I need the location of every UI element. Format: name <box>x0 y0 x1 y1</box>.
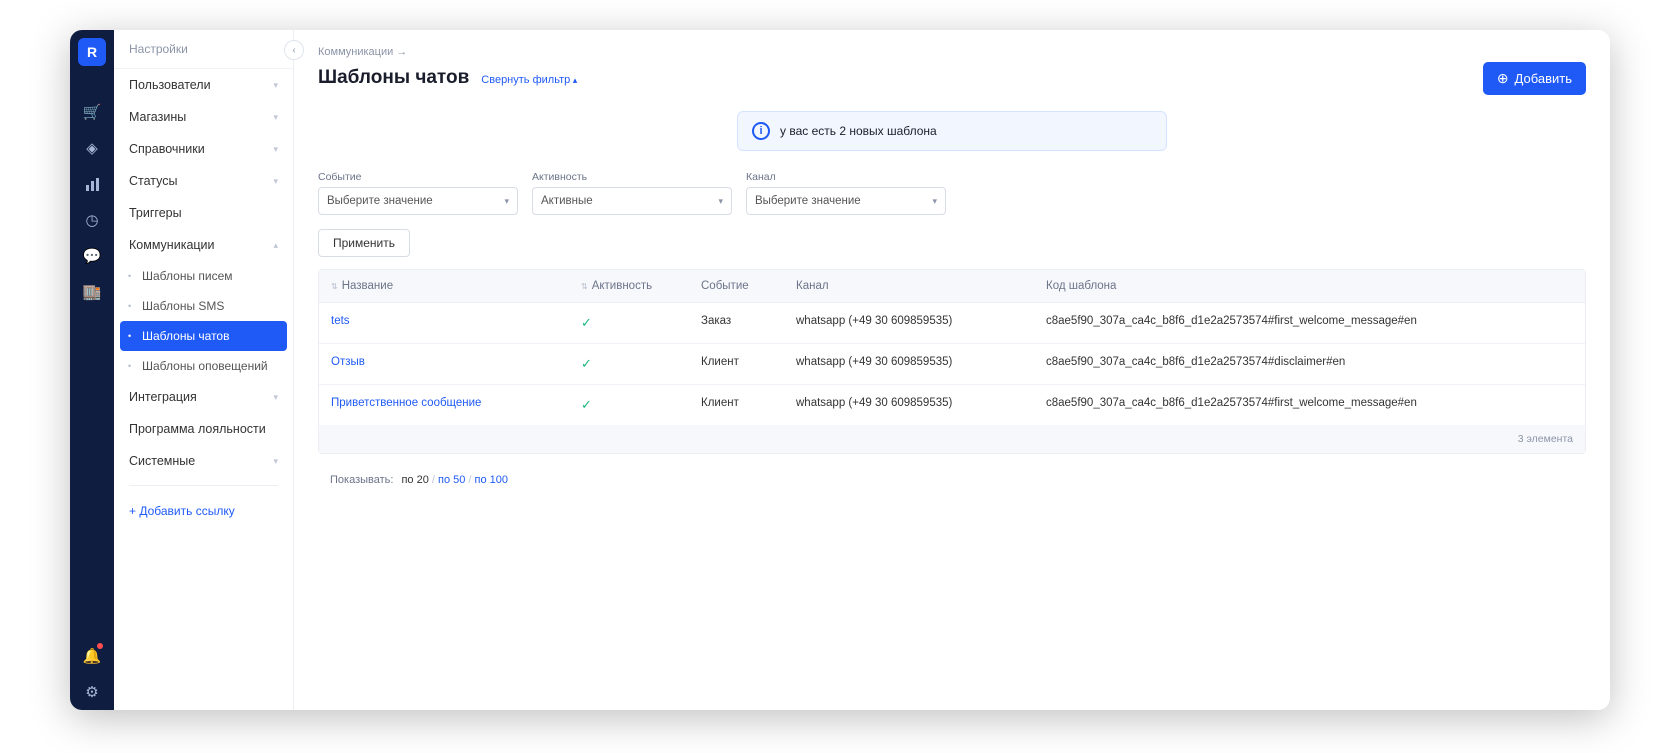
check-icon: ✓ <box>581 397 592 412</box>
pager: Показывать: по 20 / по 50 / по 100 <box>318 464 1586 496</box>
row-event: Клиент <box>689 344 784 384</box>
info-icon: i <box>752 122 770 140</box>
chevron-icon: ▾ <box>273 392 278 403</box>
row-event: Заказ <box>689 303 784 343</box>
row-active: ✓ <box>569 344 689 384</box>
row-channel: whatsapp (+49 30 609859535) <box>784 344 1034 384</box>
secondary-nav-title: Настройки <box>114 30 293 69</box>
filter-activity-select[interactable]: Активные <box>532 187 732 215</box>
store-icon[interactable]: 🏬 <box>70 274 114 310</box>
pager-option[interactable]: по 20 <box>401 474 428 486</box>
row-code: c8ae5f90_307a_ca4c_b8f6_d1e2a2573574#fir… <box>1034 385 1585 425</box>
secnav-item[interactable]: Программа лояльности <box>114 413 293 445</box>
secnav-item[interactable]: Статусы▾ <box>114 165 293 197</box>
secnav-item[interactable]: Справочники▾ <box>114 133 293 165</box>
secnav-item[interactable]: Пользователи▾ <box>114 69 293 101</box>
row-active: ✓ <box>569 385 689 425</box>
row-event: Клиент <box>689 385 784 425</box>
secnav-subitem[interactable]: •Шаблоны писем <box>114 261 293 291</box>
chevron-icon: ▾ <box>273 80 278 91</box>
chevron-icon: ▾ <box>273 112 278 123</box>
table-row: Отзыв ✓ Клиент whatsapp (+49 30 60985953… <box>319 344 1585 385</box>
secnav-item[interactable]: Системные▾ <box>114 445 293 477</box>
col-event-header: Событие <box>689 270 784 302</box>
check-icon: ✓ <box>581 315 592 330</box>
cart-icon[interactable]: 🛒 <box>70 94 114 130</box>
check-icon: ✓ <box>581 356 592 371</box>
row-code: c8ae5f90_307a_ca4c_b8f6_d1e2a2573574#dis… <box>1034 344 1585 384</box>
gear-icon[interactable]: ⚙ <box>70 674 114 710</box>
banner-text: у вас есть 2 новых шаблона <box>780 124 937 138</box>
row-code: c8ae5f90_307a_ca4c_b8f6_d1e2a2573574#fir… <box>1034 303 1585 343</box>
row-name-link[interactable]: Отзыв <box>319 344 569 384</box>
target-icon[interactable]: ◈ <box>70 130 114 166</box>
info-banner: i у вас есть 2 новых шаблона <box>737 111 1167 151</box>
filter-channel-select[interactable]: Выберите значение <box>746 187 946 215</box>
chevron-icon: ▾ <box>273 176 278 187</box>
templates-table: ⇅Название ⇅Активность Событие Канал Код … <box>318 269 1586 454</box>
secnav-item[interactable]: Коммуникации▴ <box>114 229 293 261</box>
clock-icon[interactable]: ◷ <box>70 202 114 238</box>
secondary-nav: Настройки Пользователи▾Магазины▾Справочн… <box>114 30 294 710</box>
row-channel: whatsapp (+49 30 609859535) <box>784 303 1034 343</box>
row-name-link[interactable]: tets <box>319 303 569 343</box>
col-channel-header: Канал <box>784 270 1034 302</box>
apply-button[interactable]: Применить <box>318 229 410 257</box>
chevron-icon: ▾ <box>273 144 278 155</box>
table-total: 3 элемента <box>319 425 1585 453</box>
filter-event-select[interactable]: Выберите значение <box>318 187 518 215</box>
collapse-nav-button[interactable]: ‹ <box>284 40 304 60</box>
secnav-item[interactable]: Триггеры <box>114 197 293 229</box>
filter-event-label: Событие <box>318 171 518 183</box>
icon-rail: R 🛒 ◈ ◷ 💬 🏬 🔔 ⚙ <box>70 30 114 710</box>
app-logo[interactable]: R <box>78 38 106 66</box>
secnav-subitem[interactable]: •Шаблоны чатов <box>120 321 287 351</box>
filter-toggle[interactable]: Свернуть фильтр <box>481 74 577 86</box>
pager-option[interactable]: по 50 <box>438 474 465 486</box>
pager-option[interactable]: по 100 <box>475 474 508 486</box>
add-button[interactable]: Добавить <box>1483 62 1586 95</box>
stats-icon[interactable] <box>70 166 114 202</box>
page-title: Шаблоны чатов <box>318 67 469 89</box>
col-code-header: Код шаблона <box>1034 270 1585 302</box>
row-channel: whatsapp (+49 30 609859535) <box>784 385 1034 425</box>
filter-activity-label: Активность <box>532 171 732 183</box>
col-name-header[interactable]: ⇅Название <box>319 270 569 302</box>
table-row: tets ✓ Заказ whatsapp (+49 30 609859535)… <box>319 303 1585 344</box>
notification-dot <box>97 643 103 649</box>
secnav-item[interactable]: Интеграция▾ <box>114 381 293 413</box>
secnav-subitem[interactable]: •Шаблоны оповещений <box>114 351 293 381</box>
add-link-button[interactable]: + Добавить ссылку <box>114 494 293 528</box>
breadcrumb[interactable]: Коммуникации → <box>318 46 1586 58</box>
bell-icon[interactable]: 🔔 <box>70 638 114 674</box>
secnav-item[interactable]: Магазины▾ <box>114 101 293 133</box>
chat-icon[interactable]: 💬 <box>70 238 114 274</box>
main-content: Коммуникации → Шаблоны чатов Свернуть фи… <box>294 30 1610 710</box>
secnav-subitem[interactable]: •Шаблоны SMS <box>114 291 293 321</box>
chevron-icon: ▾ <box>273 456 278 467</box>
row-active: ✓ <box>569 303 689 343</box>
chevron-icon: ▴ <box>273 240 278 251</box>
col-activity-header[interactable]: ⇅Активность <box>569 270 689 302</box>
table-row: Приветственное сообщение ✓ Клиент whatsa… <box>319 385 1585 425</box>
row-name-link[interactable]: Приветственное сообщение <box>319 385 569 425</box>
pager-label: Показывать: <box>330 474 393 486</box>
filter-channel-label: Канал <box>746 171 946 183</box>
